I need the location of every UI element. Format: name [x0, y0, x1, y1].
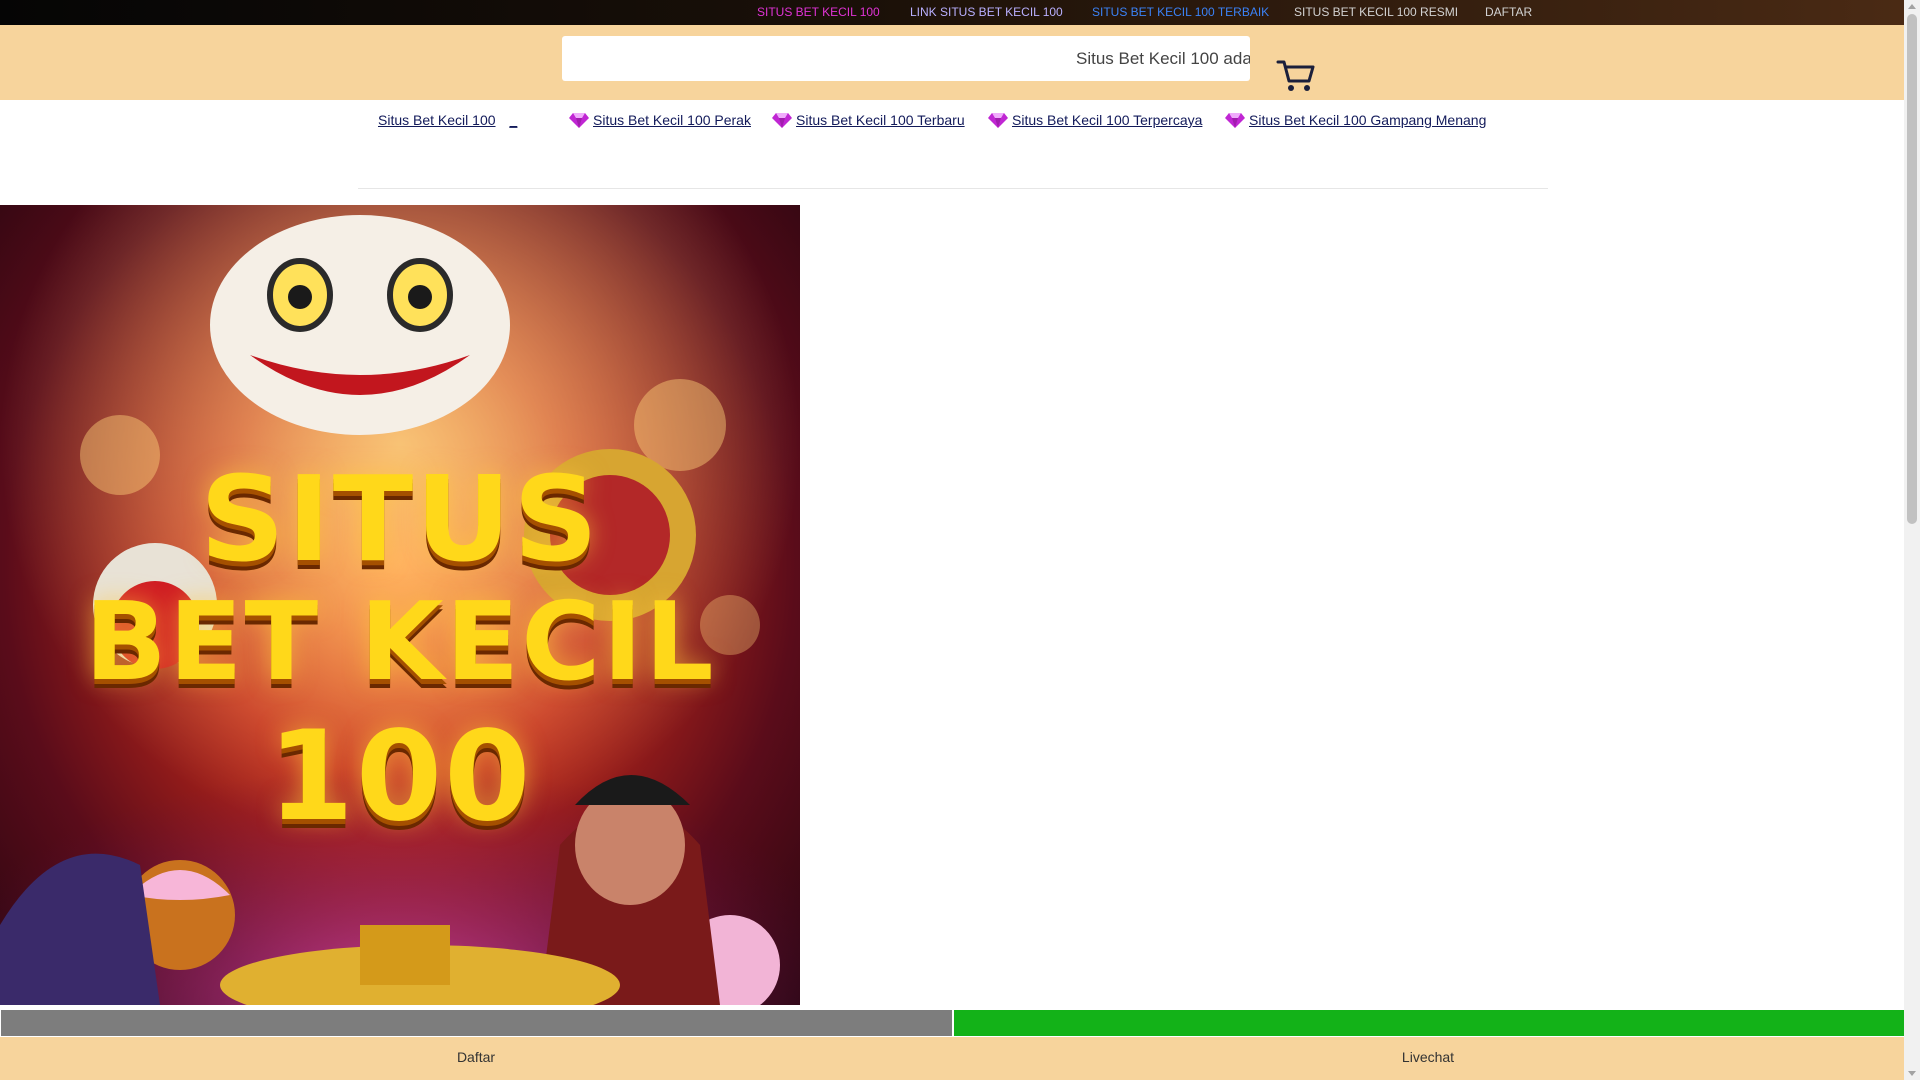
- nav-item-terbaru[interactable]: Situs Bet Kecil 100 Terbaru: [772, 110, 965, 130]
- daftar-button[interactable]: Daftar: [0, 1037, 952, 1080]
- nav-item-terpercaya[interactable]: Situs Bet Kecil 100 Terpercaya: [988, 110, 1202, 130]
- diamond-icon: [772, 113, 792, 128]
- top-link-resmi[interactable]: SITUS BET KECIL 100 RESMI: [1294, 0, 1458, 25]
- hero-banner[interactable]: SITUS BET KECIL 100: [0, 205, 800, 1005]
- top-link-situs-bet-kecil-100[interactable]: SITUS BET KECIL 100: [757, 0, 880, 25]
- livechat-label: Livechat: [1401, 1049, 1455, 1065]
- banner-title-line-2: BET KECIL: [84, 580, 716, 705]
- banner-title-line-1: SITUS: [199, 450, 601, 588]
- nav-item-situs-bet-kecil-100[interactable]: Situs Bet Kecil 100 _: [378, 110, 517, 130]
- top-link-daftar[interactable]: DAFTAR: [1485, 0, 1532, 25]
- diamond-icon: [569, 113, 589, 128]
- banner-title-line-3: 100: [267, 705, 533, 849]
- scroll-up-arrow-icon[interactable]: [1908, 4, 1916, 9]
- top-link-terbaik[interactable]: SITUS BET KECIL 100 TERBAIK: [1092, 0, 1269, 25]
- top-bar: SITUS BET KECIL 100 LINK SITUS BET KECIL…: [0, 0, 1904, 25]
- nav-item-label: Situs Bet Kecil 100 Terpercaya: [1012, 112, 1203, 128]
- daftar-label: Daftar: [456, 1049, 496, 1065]
- scroll-thumb[interactable]: [1907, 14, 1917, 524]
- search-input[interactable]: [562, 36, 1250, 81]
- diamond-icon: [988, 113, 1008, 128]
- nav-item-label: Situs Bet Kecil 100 Perak: [593, 112, 751, 128]
- nav-divider: [358, 188, 1548, 189]
- livechat-bar[interactable]: [954, 1010, 1904, 1036]
- category-nav: Situs Bet Kecil 100 _ Situs Bet Kecil 10…: [0, 100, 1904, 190]
- nav-item-suffix: _: [509, 112, 518, 128]
- header: [0, 25, 1904, 100]
- nav-item-label: Situs Bet Kecil 100 Terbaru: [796, 112, 965, 128]
- scroll-down-arrow-icon[interactable]: [1908, 1071, 1916, 1076]
- nav-item-label: Situs Bet Kecil 100 Gampang Menang: [1249, 112, 1487, 128]
- shopping-cart-icon[interactable]: [1276, 57, 1316, 95]
- nav-item-gampang-menang[interactable]: Situs Bet Kecil 100 Gampang Menang: [1225, 110, 1486, 130]
- top-link-link-situs[interactable]: LINK SITUS BET KECIL 100: [910, 0, 1063, 25]
- bottom-bar: Daftar Livechat: [0, 1037, 1904, 1080]
- nav-item-label: Situs Bet Kecil 100: [378, 112, 496, 128]
- register-bar[interactable]: [1, 1010, 952, 1036]
- livechat-button[interactable]: Livechat: [952, 1037, 1904, 1080]
- diamond-icon: [1225, 113, 1245, 128]
- search-box: [562, 36, 1250, 81]
- page: SITUS BET KECIL 100 LINK SITUS BET KECIL…: [0, 0, 1904, 1080]
- page-scrollbar[interactable]: [1904, 0, 1920, 1080]
- nav-item-perak[interactable]: Situs Bet Kecil 100 Perak: [569, 110, 751, 130]
